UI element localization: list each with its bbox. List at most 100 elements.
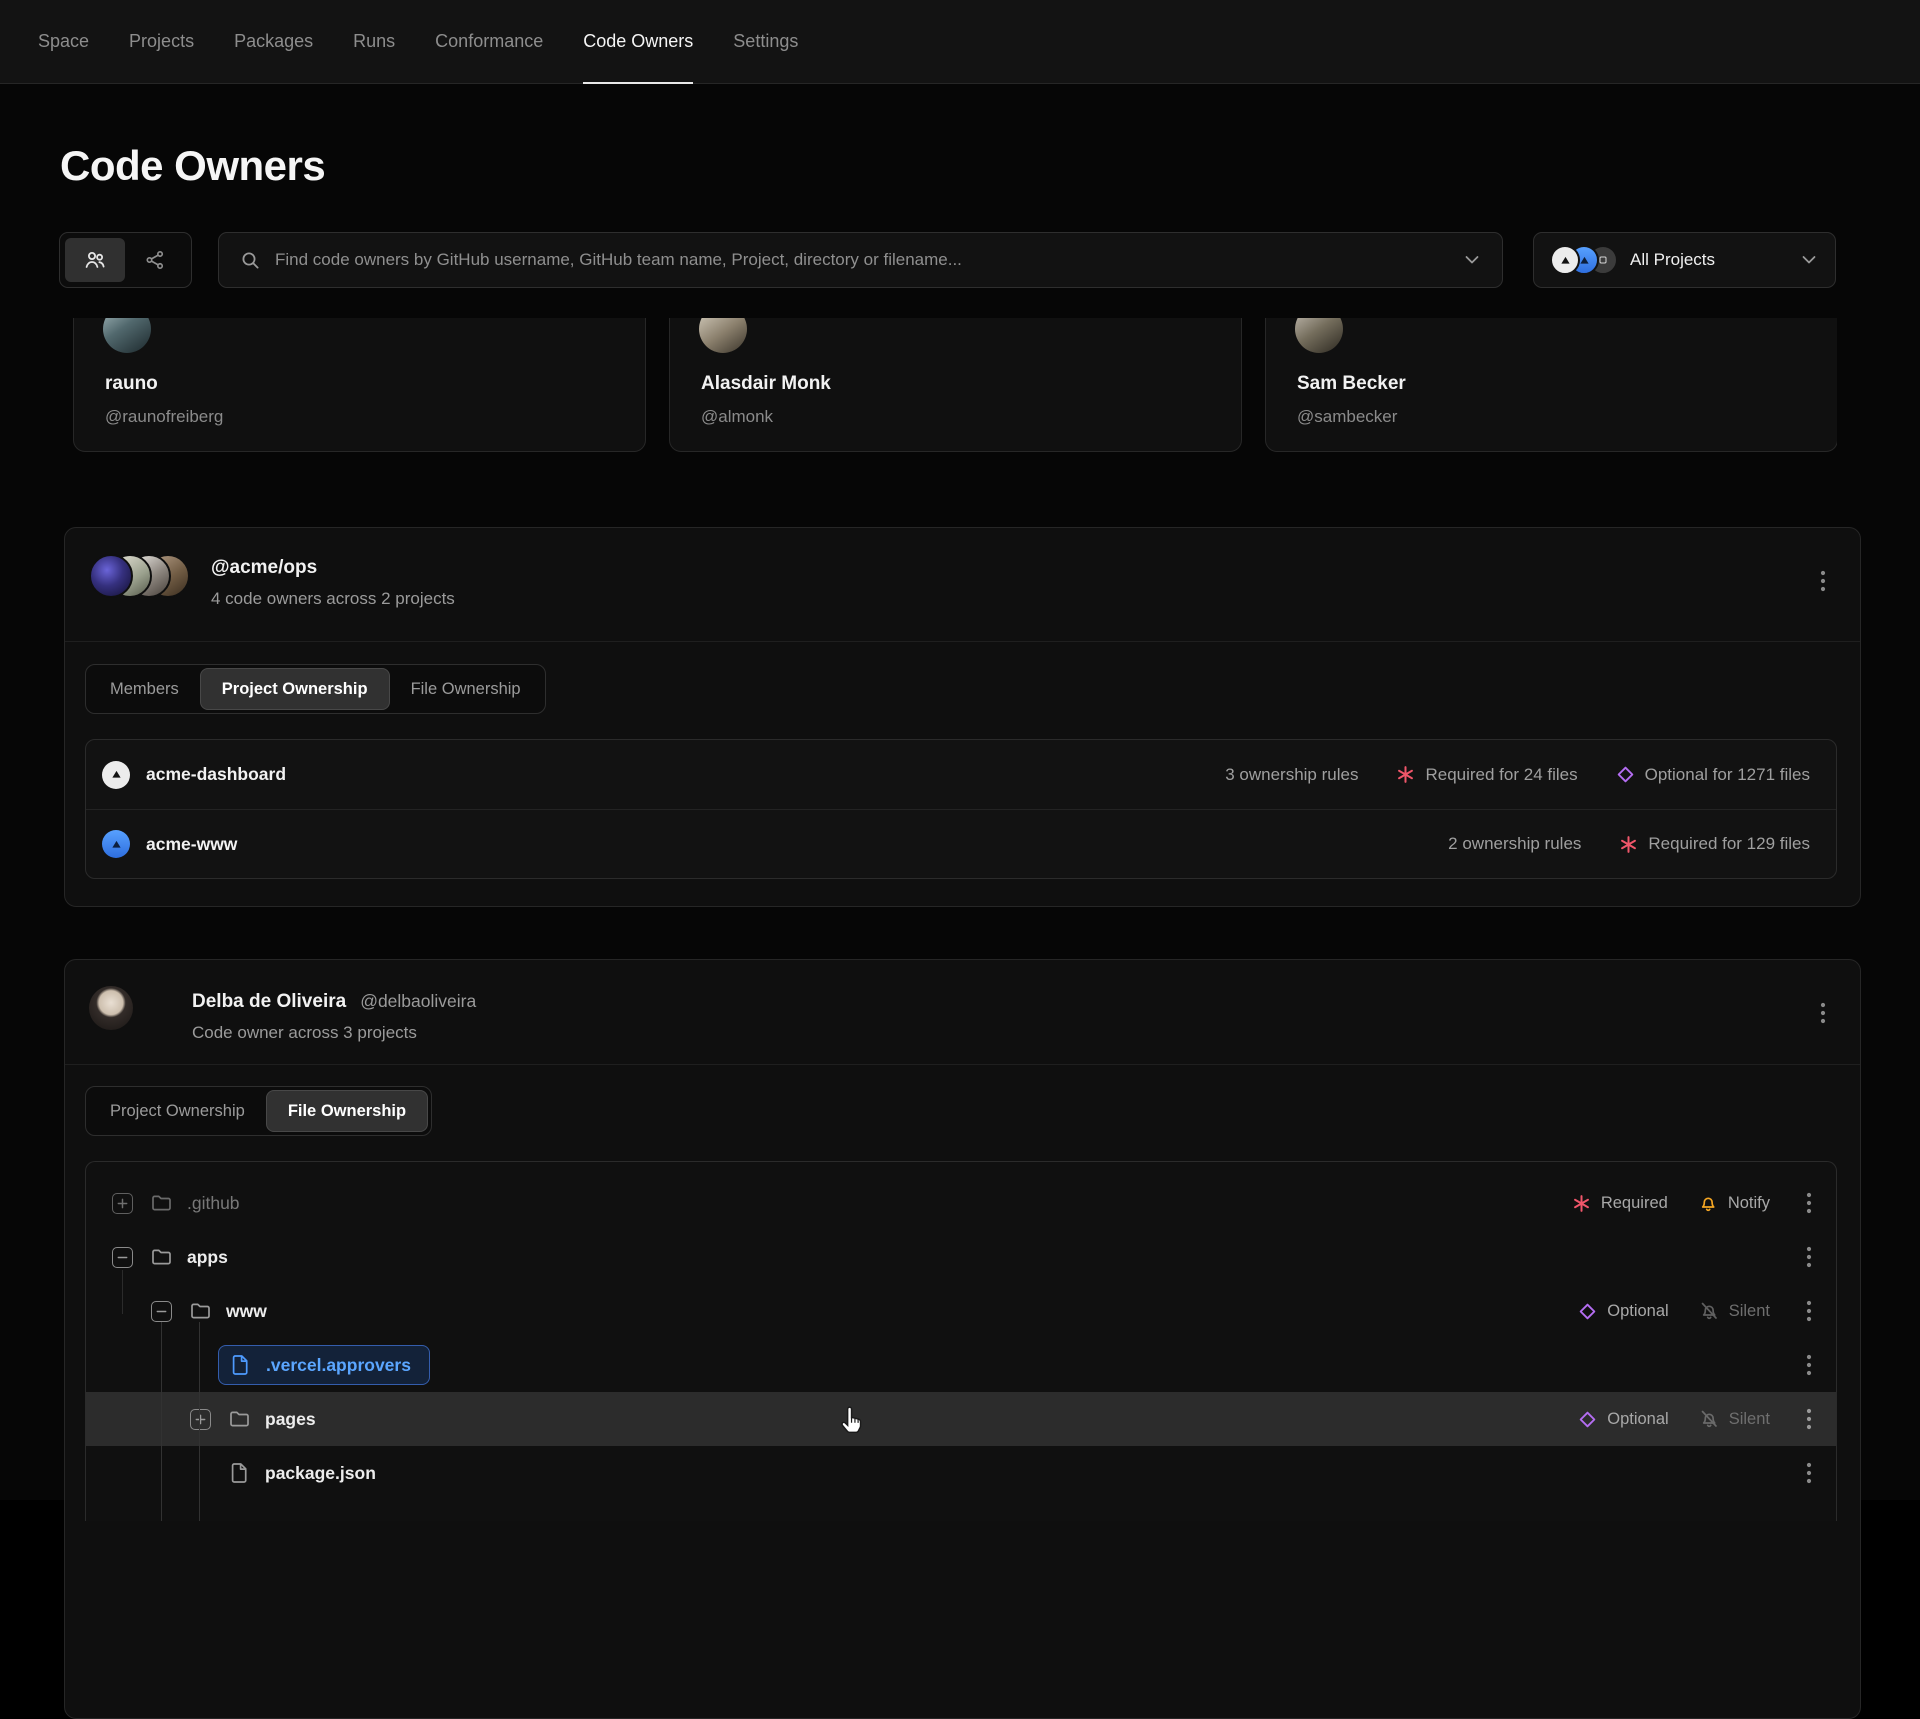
avatar	[103, 318, 151, 353]
file-icon	[228, 1461, 252, 1485]
tab-members[interactable]: Members	[89, 668, 200, 710]
tree-row-package-json[interactable]: package.json	[86, 1446, 1836, 1500]
person-subtitle: Code owner across 3 projects	[192, 1023, 417, 1043]
kebab-menu-icon[interactable]	[1800, 1458, 1818, 1488]
tree-row-apps[interactable]: apps	[86, 1230, 1836, 1284]
projects-filter-dropdown[interactable]: All Projects	[1533, 232, 1836, 288]
code-owners-page: { "nav": { "items": [ { "label": "Space"…	[0, 0, 1920, 1500]
project-icon-stack	[1550, 245, 1618, 275]
divider	[65, 1064, 1860, 1065]
tree-row-vercel-approvers[interactable]: .vercel.approvers	[86, 1338, 1836, 1392]
tree-item-label: .vercel.approvers	[266, 1355, 411, 1376]
team-card-acme-ops: @acme/ops 4 code owners across 2 project…	[64, 527, 1861, 907]
tree-guide-line	[122, 1270, 123, 1314]
share-network-icon	[144, 249, 166, 271]
nav-item-conformance[interactable]: Conformance	[435, 0, 543, 83]
project-name: acme-www	[146, 834, 1448, 855]
owner-card-sam[interactable]: Sam Becker @sambecker	[1265, 318, 1837, 452]
project-row-acme-dashboard[interactable]: acme-dashboard 3 ownership rules Require…	[86, 740, 1836, 809]
owner-name: Sam Becker	[1297, 373, 1406, 395]
folder-icon	[150, 1191, 174, 1215]
person-card-delba: Delba de Oliveira@delbaoliveira Code own…	[64, 959, 1861, 1719]
optional-badge[interactable]: Optional	[1578, 1410, 1668, 1429]
tree-item-label: www	[226, 1301, 267, 1322]
optional-badge[interactable]: Optional	[1578, 1302, 1668, 1321]
plus-box-icon[interactable]	[112, 1193, 133, 1214]
people-icon	[83, 248, 107, 272]
tree-row-pages[interactable]: pages Optional Silent	[86, 1392, 1836, 1446]
bell-icon	[1698, 1193, 1718, 1213]
team-card-tabs: Members Project Ownership File Ownership	[85, 664, 546, 714]
ownership-rules-count: 2 ownership rules	[1448, 834, 1581, 854]
project-row-acme-www[interactable]: acme-www 2 ownership rules Required for …	[86, 809, 1836, 878]
page-title: Code Owners	[60, 142, 325, 190]
nav-item-runs[interactable]: Runs	[353, 0, 395, 83]
nav-item-packages[interactable]: Packages	[234, 0, 313, 83]
search-icon	[239, 249, 261, 271]
team-subtitle: 4 code owners across 2 projects	[211, 589, 455, 609]
file-icon	[229, 1353, 253, 1377]
tree-row-www[interactable]: www Optional Silent	[86, 1284, 1836, 1338]
folder-icon	[189, 1299, 213, 1323]
silent-badge[interactable]: Silent	[1699, 1301, 1770, 1321]
owner-card-rauno[interactable]: rauno @raunofreiberg	[73, 318, 646, 452]
owner-handle: @sambecker	[1297, 407, 1397, 427]
kebab-menu-icon[interactable]	[1800, 1242, 1818, 1272]
view-toggle	[59, 232, 192, 288]
nav-item-code-owners[interactable]: Code Owners	[583, 0, 693, 83]
diamond-icon	[1616, 765, 1635, 784]
folder-icon	[228, 1407, 252, 1431]
plus-box-icon[interactable]	[190, 1409, 211, 1430]
silent-badge[interactable]: Silent	[1699, 1409, 1770, 1429]
team-name: @acme/ops	[211, 557, 317, 579]
selected-file-chip[interactable]: .vercel.approvers	[218, 1345, 430, 1385]
asterisk-icon	[1396, 765, 1415, 784]
required-badge: Required for 24 files	[1396, 765, 1577, 785]
person-handle: @delbaoliveira	[360, 991, 476, 1011]
top-nav: Space Projects Packages Runs Conformance…	[0, 0, 1920, 84]
required-badge[interactable]: Required	[1572, 1194, 1668, 1213]
owner-handle: @almonk	[701, 407, 773, 427]
asterisk-icon	[1572, 1194, 1591, 1213]
kebab-menu-icon[interactable]	[1800, 1188, 1818, 1218]
owner-handle: @raunofreiberg	[105, 407, 223, 427]
project-ownership-table: acme-dashboard 3 ownership rules Require…	[85, 739, 1837, 879]
bell-slash-icon	[1699, 1301, 1719, 1321]
ownership-rules-count: 3 ownership rules	[1225, 765, 1358, 785]
diamond-icon	[1578, 1410, 1597, 1429]
minus-box-icon[interactable]	[151, 1301, 172, 1322]
minus-box-icon[interactable]	[112, 1247, 133, 1268]
kebab-menu-icon[interactable]	[1800, 1404, 1818, 1434]
triangle-logo-icon	[102, 830, 130, 858]
kebab-menu-icon[interactable]	[1800, 1350, 1818, 1380]
triangle-logo-icon	[102, 761, 130, 789]
nav-item-space[interactable]: Space	[38, 0, 89, 83]
tree-row-github[interactable]: .github Required Notify	[86, 1176, 1836, 1230]
notify-badge[interactable]: Notify	[1698, 1193, 1770, 1213]
owner-card-alasdair[interactable]: Alasdair Monk @almonk	[669, 318, 1242, 452]
tree-guide-line	[161, 1322, 162, 1521]
avatar	[699, 318, 747, 353]
person-name: Delba de Oliveira@delbaoliveira	[192, 991, 476, 1013]
tab-project-ownership[interactable]: Project Ownership	[200, 668, 390, 710]
project-name: acme-dashboard	[146, 764, 1225, 785]
kebab-menu-icon[interactable]	[1820, 1002, 1826, 1024]
tab-project-ownership[interactable]: Project Ownership	[89, 1090, 266, 1132]
tree-item-label: package.json	[265, 1463, 376, 1484]
file-ownership-tree: .github Required Notify apps	[85, 1161, 1837, 1521]
tree-guide-line	[199, 1322, 200, 1521]
divider	[65, 641, 1860, 642]
required-badge: Required for 129 files	[1619, 834, 1810, 854]
tab-file-ownership[interactable]: File Ownership	[390, 668, 542, 710]
nav-item-settings[interactable]: Settings	[733, 0, 798, 83]
search-input[interactable]	[275, 250, 1448, 270]
tab-file-ownership[interactable]: File Ownership	[266, 1090, 428, 1132]
diamond-icon	[1578, 1302, 1597, 1321]
kebab-menu-icon[interactable]	[1820, 570, 1826, 592]
people-view-button[interactable]	[65, 238, 125, 282]
kebab-menu-icon[interactable]	[1800, 1296, 1818, 1326]
share-view-button[interactable]	[125, 238, 185, 282]
chevron-down-icon[interactable]	[1462, 250, 1482, 270]
nav-item-projects[interactable]: Projects	[129, 0, 194, 83]
owner-name: Alasdair Monk	[701, 373, 831, 395]
